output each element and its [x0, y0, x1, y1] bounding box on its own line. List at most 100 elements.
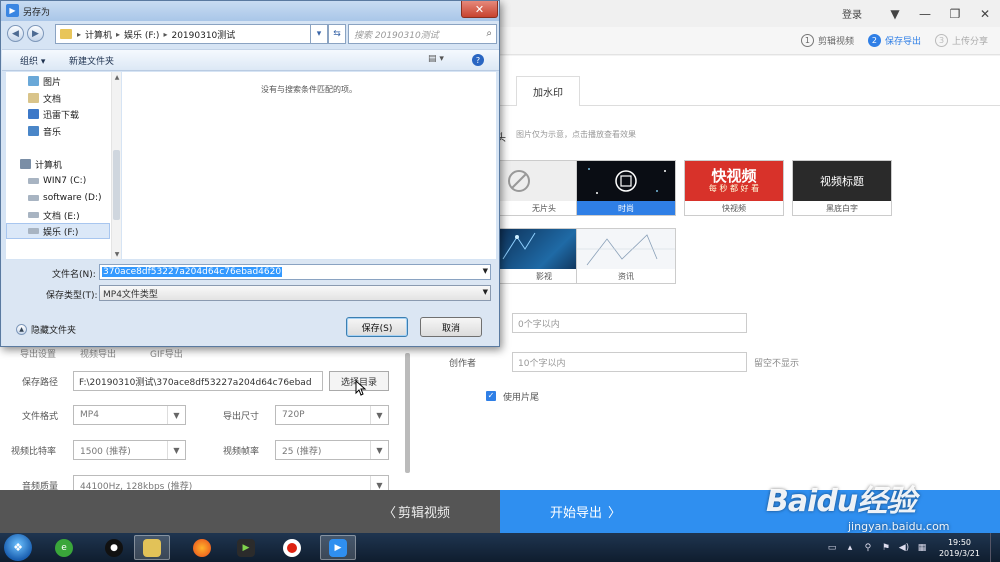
- folder-icon: [60, 29, 72, 39]
- music-icon: [28, 126, 39, 136]
- size-select[interactable]: 720P ▼: [275, 405, 389, 425]
- back-arrow-icon[interactable]: ◀: [7, 25, 24, 42]
- taskbar-app-firefox[interactable]: [184, 535, 220, 560]
- address-dropdown-icon[interactable]: ▾: [310, 24, 328, 44]
- action-center-icon[interactable]: ⚑: [879, 543, 893, 553]
- usb-icon[interactable]: ⚲: [861, 543, 875, 553]
- show-desktop-button[interactable]: [990, 533, 1000, 562]
- computer-icon: [20, 159, 31, 169]
- hide-folders-toggle[interactable]: ▲ 隐藏文件夹: [16, 323, 76, 336]
- taskbar-app-qq[interactable]: ●: [96, 535, 132, 560]
- system-clock[interactable]: 19:50 2019/3/21: [939, 537, 980, 559]
- dialog-toolbar: 组织 ▾ 新建文件夹 ▤ ▾ ?: [2, 49, 499, 71]
- save-button[interactable]: 保存(S): [346, 317, 408, 337]
- breadcrumb-folder[interactable]: 20190310测试: [171, 28, 235, 41]
- minimize-icon[interactable]: —: [910, 0, 940, 27]
- menu-icon[interactable]: ▼: [880, 0, 910, 27]
- fashion-preview-icon: [588, 168, 666, 194]
- taskbar-app-browser360[interactable]: e: [46, 535, 82, 560]
- taskbar-app-explorer[interactable]: [134, 535, 170, 560]
- use-ending-checkbox[interactable]: ✓: [486, 391, 496, 401]
- filename-label: 文件名(N):: [52, 270, 96, 280]
- scroll-up-icon[interactable]: ▲: [112, 72, 122, 82]
- step-edit[interactable]: 1 剪辑视频: [800, 34, 854, 47]
- volume-icon[interactable]: ◀): [897, 543, 911, 553]
- taskbar-app-player[interactable]: ▶: [228, 535, 264, 560]
- view-options-icon[interactable]: ▤ ▾: [428, 54, 444, 64]
- drive-icon: [28, 178, 39, 184]
- template-black-white[interactable]: 视频标题 黑底白字: [792, 160, 892, 216]
- close-icon[interactable]: ✕: [970, 0, 1000, 27]
- file-list-pane[interactable]: 没有与搜索条件匹配的项。: [122, 72, 496, 259]
- search-input[interactable]: 搜索 20190310测试 ⌕: [348, 24, 497, 44]
- settings-tabs: 加水印: [412, 76, 1000, 107]
- chevron-left-icon: 〈: [382, 506, 396, 521]
- video-editor-icon: ▶: [329, 538, 347, 557]
- keyboard-icon[interactable]: ▭: [825, 543, 839, 553]
- chevron-up-icon: ▲: [16, 324, 27, 335]
- chevron-down-icon[interactable]: ▼: [483, 267, 488, 275]
- fps-select[interactable]: 25 (推荐) ▼: [275, 440, 389, 460]
- nav-pane-scrollbar[interactable]: ▲ ▼: [111, 72, 121, 259]
- filetype-label: 保存类型(T):: [46, 291, 98, 301]
- template-kuaishipin[interactable]: 快视频 每 秒 都 好 看 快视频: [684, 160, 784, 216]
- scroll-down-icon[interactable]: ▼: [112, 249, 122, 259]
- use-ending-label: 使用片尾: [503, 393, 540, 403]
- filename-input[interactable]: 370ace8df53227a204d64c76ebad4620 ▼: [99, 264, 491, 280]
- close-icon[interactable]: ✕: [461, 1, 498, 18]
- pictures-icon: [28, 76, 39, 86]
- new-folder-button[interactable]: 新建文件夹: [69, 54, 114, 67]
- nav-item-drive-f[interactable]: 娱乐 (F:): [6, 223, 110, 239]
- maximize-icon[interactable]: ❐: [940, 0, 970, 27]
- mode-gif-radio[interactable]: GIF导出: [150, 347, 183, 360]
- chevron-down-icon: ▼: [482, 288, 488, 296]
- intro-hint: 图片仅为示意，点击播放查看效果: [516, 130, 636, 139]
- chevron-down-icon: ▼: [167, 441, 185, 459]
- tab-watermark[interactable]: 加水印: [516, 76, 580, 106]
- template-fashion[interactable]: 时尚: [576, 160, 676, 216]
- filetype-select[interactable]: MP4文件类型 ▼: [99, 285, 491, 301]
- export-settings-panel: 导出设置 视频导出 GIF导出 保存路径 F:\20190310测试\370ac…: [0, 345, 412, 495]
- settings-scrollbar[interactable]: [405, 353, 410, 473]
- breadcrumb-computer[interactable]: 计算机: [85, 28, 112, 41]
- system-tray: ▭ ▴ ⚲ ⚑ ◀) ▦ 19:50 2019/3/21: [825, 533, 1000, 562]
- show-hidden-icons-icon[interactable]: ▴: [843, 543, 857, 553]
- step-export[interactable]: 2 保存导出: [867, 34, 921, 47]
- format-select[interactable]: MP4 ▼: [73, 405, 186, 425]
- cancel-button[interactable]: 取消: [420, 317, 482, 337]
- title-input[interactable]: 0个字以内: [512, 313, 747, 333]
- save-path-label: 保存路径: [22, 378, 59, 388]
- organize-menu[interactable]: 组织 ▾: [20, 54, 45, 67]
- breadcrumb-drive-f[interactable]: 娱乐 (F:): [124, 28, 159, 41]
- export-mode-label: 导出设置: [20, 350, 57, 360]
- record-icon: [283, 538, 301, 557]
- bitrate-select[interactable]: 1500 (推荐) ▼: [73, 440, 186, 460]
- dialog-titlebar[interactable]: ▶ 另存为 ✕: [1, 1, 499, 21]
- step-share[interactable]: 3 上传分享: [934, 34, 988, 47]
- help-icon[interactable]: ?: [472, 54, 484, 66]
- watermark-url: jingyan.baidu.com: [848, 520, 950, 533]
- dialog-bottom: 文件名(N): 370ace8df53227a204d64c76ebad4620…: [2, 260, 499, 346]
- navigation-pane: 图片 文档 迅雷下载 音乐 计算机 WIN7 (C:) software (D:…: [6, 72, 121, 259]
- mode-video-radio[interactable]: 视频导出: [80, 347, 116, 360]
- start-button[interactable]: ❖: [4, 534, 32, 561]
- edit-video-button[interactable]: 〈 剪辑视频: [0, 490, 500, 533]
- network-icon[interactable]: ▦: [915, 543, 929, 553]
- scroll-thumb[interactable]: [113, 150, 120, 220]
- taskbar-app-video-editor[interactable]: ▶: [320, 535, 356, 560]
- address-bar[interactable]: ▸ 计算机 ▸ 娱乐 (F:) ▸ 20190310测试: [55, 24, 331, 44]
- taskbar-app-recorder[interactable]: [274, 535, 310, 560]
- creator-input[interactable]: 10个字以内: [512, 352, 747, 372]
- dialog-nav-bar: ◀ ▶ ▸ 计算机 ▸ 娱乐 (F:) ▸ 20190310测试 ▾ ⇆ 搜索 …: [5, 24, 497, 44]
- nav-item-computer[interactable]: 计算机: [20, 156, 124, 172]
- login-link[interactable]: 登录: [842, 6, 862, 21]
- template-news[interactable]: 资讯: [576, 228, 676, 284]
- refresh-icon[interactable]: ⇆: [328, 24, 346, 44]
- windows-taskbar: ❖ e ● ▶ ▶ ▭ ▴ ⚲ ⚑ ◀) ▦ 19:50 2019/3/21: [0, 533, 1000, 562]
- save-as-dialog: ▶ 另存为 ✕ ◀ ▶ ▸ 计算机 ▸ 娱乐 (F:) ▸ 20190310测试…: [0, 0, 500, 347]
- windows-logo-icon: ❖: [13, 541, 23, 554]
- chevron-down-icon: ▼: [167, 406, 185, 424]
- save-path-input[interactable]: F:\20190310测试\370ace8df53227a204d64c76eb…: [73, 371, 323, 391]
- forward-arrow-icon[interactable]: ▶: [27, 25, 44, 42]
- watermark-logo: Baidu经验: [766, 484, 916, 519]
